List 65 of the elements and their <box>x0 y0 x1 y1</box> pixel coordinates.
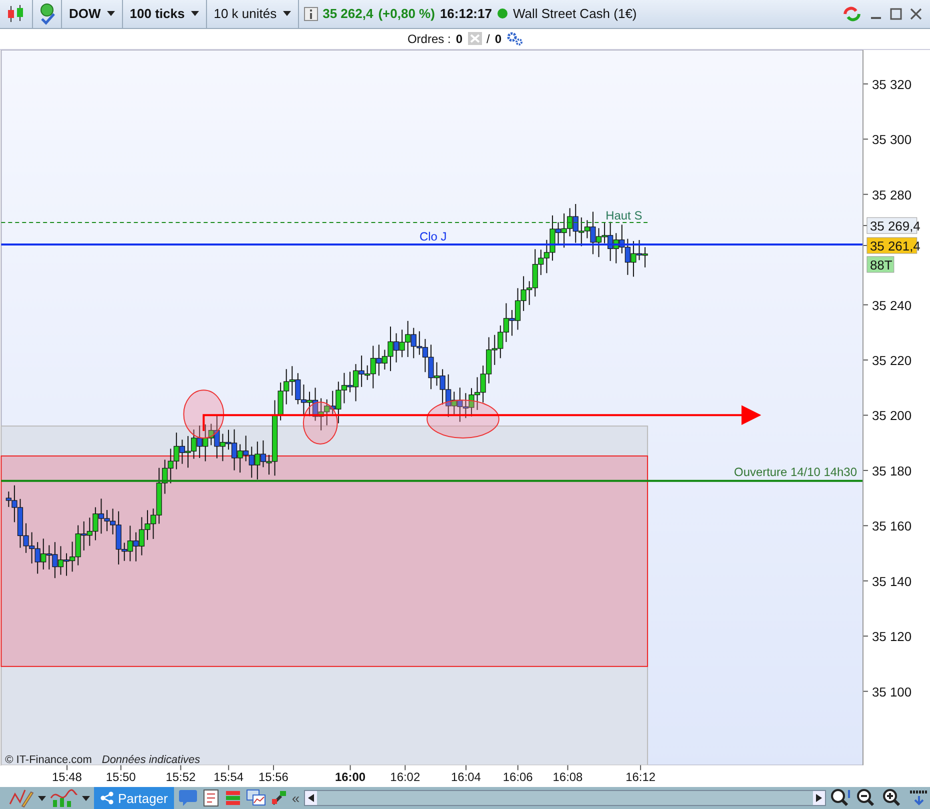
y-axis-label: 35 100 <box>872 684 912 700</box>
ellipse-marker <box>183 390 224 438</box>
time-axis-label: 16:00 <box>335 770 366 784</box>
instrument-dropdown[interactable]: DOW <box>62 0 123 28</box>
market-name: Wall Street Cash (1€) <box>512 6 637 22</box>
last-price: 35 262,4 <box>322 6 374 22</box>
zoom-fit-icon[interactable] <box>830 788 852 808</box>
copyright-text: © IT-Finance.com <box>5 754 92 766</box>
share-icon <box>100 791 114 805</box>
info-icon[interactable] <box>304 6 318 21</box>
ticks-price-tag: 88T <box>866 256 894 273</box>
y-axis-label: 35 220 <box>872 352 912 368</box>
y-axis-label: 35 320 <box>872 76 912 92</box>
time-axis-label: 15:50 <box>106 770 136 784</box>
y-axis-label: 35 140 <box>872 574 912 589</box>
y-axis-label: 35 120 <box>872 628 912 644</box>
time-axis-label: 16:06 <box>502 770 533 784</box>
high-line-label: Haut S <box>606 208 642 222</box>
maximize-icon[interactable] <box>890 8 902 20</box>
y-axis-label: 35 160 <box>872 518 912 534</box>
time-axis-label: 16:04 <box>451 770 481 784</box>
refresh-icon[interactable] <box>842 4 862 23</box>
scroll-right-icon[interactable] <box>813 791 825 805</box>
time-axis-label: 16:12 <box>626 770 656 784</box>
caret-icon <box>190 11 199 16</box>
status-dot-icon <box>496 8 508 20</box>
wrench-icon[interactable] <box>270 789 288 807</box>
y-axis-label: 35 240 <box>872 298 912 313</box>
ellipse-marker <box>302 401 338 444</box>
caret-icon <box>282 11 291 16</box>
orders-separator: / <box>486 32 490 46</box>
y-axis-label: 35 280 <box>872 187 912 202</box>
quote-time: 16:12:17 <box>440 6 492 22</box>
disclaimer-text: Données indicatives <box>102 754 200 766</box>
time-axis-label: 15:52 <box>166 770 196 784</box>
scroll-end-icon[interactable] <box>908 788 930 808</box>
horizontal-scrollbar[interactable] <box>304 790 826 806</box>
gears-icon[interactable] <box>506 32 523 46</box>
badge-check-icon[interactable] <box>38 2 56 25</box>
time-axis-label: 15:48 <box>52 770 82 784</box>
time-axis-label: 15:56 <box>258 770 288 784</box>
document-icon[interactable] <box>202 789 220 807</box>
caret-icon[interactable] <box>82 796 90 800</box>
close-line-label: Clo J <box>419 229 447 244</box>
close-icon[interactable] <box>910 8 922 20</box>
y-axis-label: 35 180 <box>872 463 912 478</box>
y-axis-label: 35 200 <box>872 408 912 424</box>
time-axis-label: 15:54 <box>214 770 244 784</box>
time-axis-label: 16:08 <box>552 770 583 784</box>
orders-label: Ordres : <box>407 32 451 46</box>
y-axis-label: 35 300 <box>872 132 912 147</box>
share-button[interactable]: Partager <box>94 787 174 809</box>
orders-count: 0 <box>456 32 462 46</box>
caret-icon <box>106 11 115 16</box>
period-dropdown[interactable]: 100 ticks <box>122 0 207 28</box>
units-dropdown[interactable]: 10 k unités <box>206 0 299 28</box>
caret-icon[interactable] <box>38 796 46 800</box>
windows-icon[interactable] <box>246 789 266 807</box>
high-price-tag: 35 269,4 <box>866 217 920 234</box>
time-axis-label: 16:02 <box>390 770 420 784</box>
price-change: (+0,80 %) <box>378 6 435 22</box>
pending-count: 0 <box>494 32 502 46</box>
collapse-button[interactable]: « <box>292 790 300 806</box>
scroll-left-icon[interactable] <box>304 791 317 805</box>
open-line-label: Ouverture 14/10 14h30 <box>734 464 857 479</box>
